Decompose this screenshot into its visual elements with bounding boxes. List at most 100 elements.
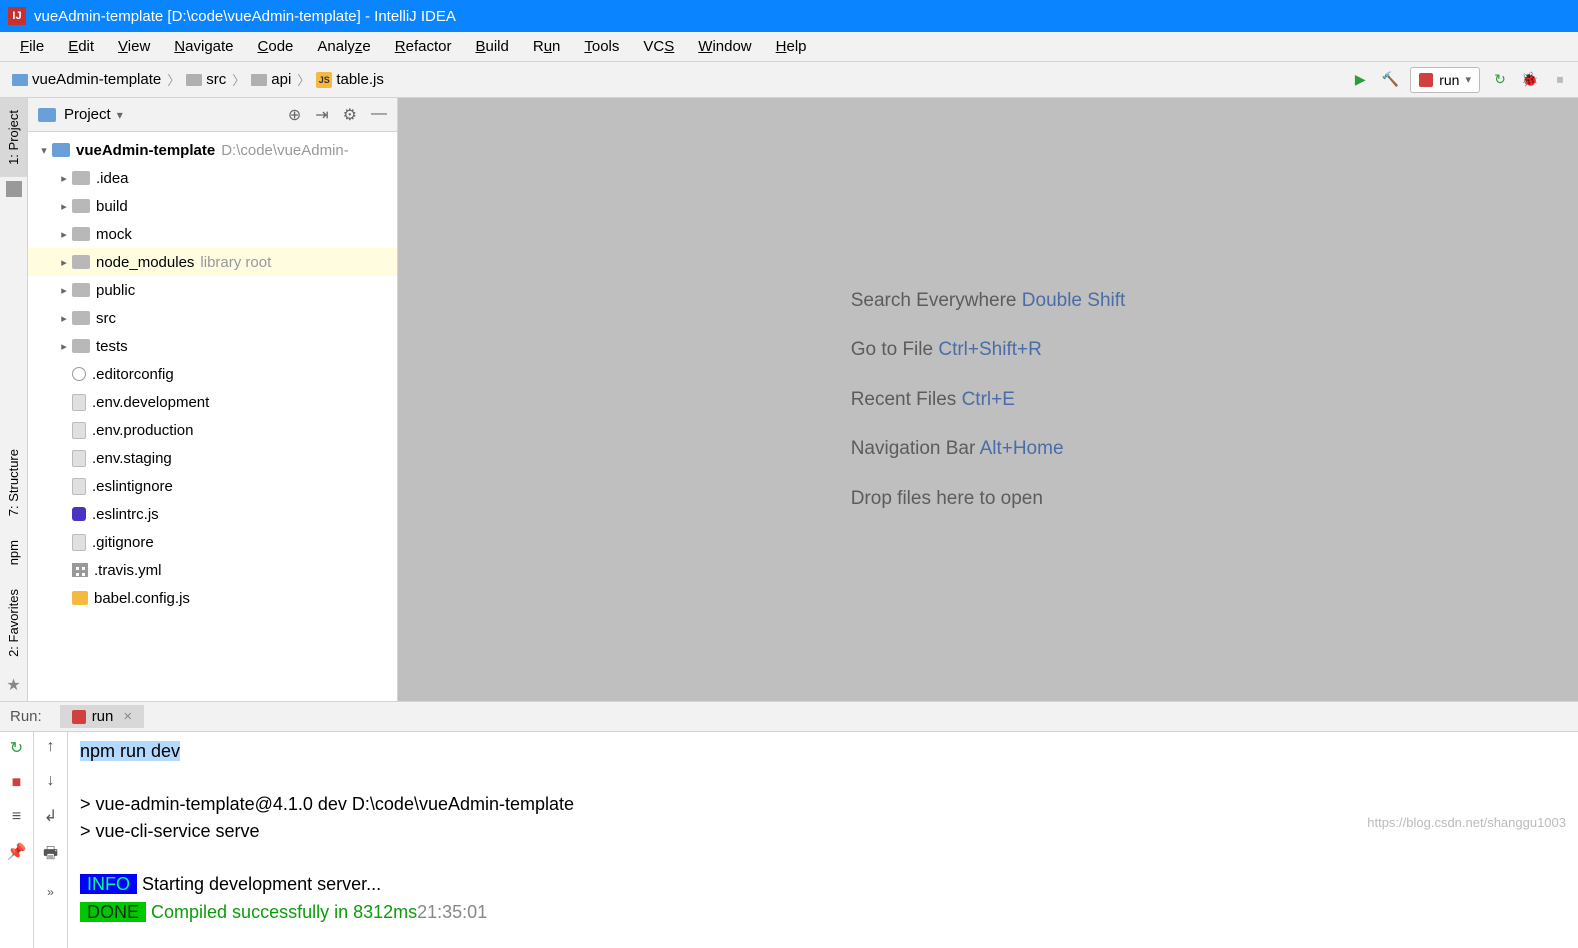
crumb-file[interactable]: JStable.js: [312, 71, 388, 88]
placeholder-line: Search Everywhere Double Shift: [851, 276, 1126, 325]
menu-help[interactable]: Help: [764, 36, 819, 57]
tab-project[interactable]: 1: Project: [0, 98, 27, 177]
print-icon[interactable]: 🖶: [43, 842, 58, 869]
left-tool-window-tabs: 1: Project 7: Structure npm 2: Favorites…: [0, 98, 28, 701]
tab-structure[interactable]: 7: Structure: [0, 437, 27, 528]
favorites-star-icon[interactable]: ★: [0, 669, 27, 701]
build-icon[interactable]: 🔨: [1380, 70, 1400, 90]
editor-placeholder-tips: Search Everywhere Double ShiftGo to File…: [851, 276, 1126, 523]
project-tree[interactable]: ▾vueAdmin-templateD:\code\vueAdmin-▸.ide…: [28, 132, 397, 701]
breadcrumb: vueAdmin-template 〉 src 〉 api 〉 JStable.…: [8, 70, 1350, 89]
tab-placeholder-icon[interactable]: [6, 181, 22, 197]
menu-refactor[interactable]: Refactor: [383, 36, 464, 57]
up-icon[interactable]: ↑: [47, 738, 55, 756]
project-panel: Project ▾ ⊕ ⇥ ⚙ — ▾vueAdmin-templateD:\c…: [28, 98, 398, 701]
folder-icon: [12, 74, 28, 86]
tree-node-mock[interactable]: ▸mock: [28, 220, 397, 248]
title-bar: IJ vueAdmin-template [D:\code\vueAdmin-t…: [0, 0, 1578, 32]
app-icon: IJ: [8, 7, 26, 25]
run-tab-name: run: [92, 708, 114, 725]
menu-view[interactable]: View: [106, 36, 162, 57]
layout-icon[interactable]: ≡: [12, 808, 21, 826]
tree-node-nodemodules[interactable]: ▸node_moduleslibrary root: [28, 248, 397, 276]
run-body: ↻ ■ ≡ 📌 ↑ ↓ ↲ 🖶 » npm run dev > vue-admi…: [0, 732, 1578, 948]
run-config-label: run: [1439, 72, 1459, 88]
locate-icon[interactable]: ⊕: [288, 105, 301, 125]
soft-wrap-icon[interactable]: ↲: [44, 806, 57, 826]
folder-icon: [186, 74, 202, 86]
npm-icon: [72, 710, 86, 724]
run-label: Run:: [10, 708, 42, 725]
js-file-icon: JS: [316, 72, 332, 88]
run-controls-col2: ↑ ↓ ↲ 🖶 »: [34, 732, 68, 948]
main-area: 1: Project 7: Structure npm 2: Favorites…: [0, 98, 1578, 701]
placeholder-line: Recent Files Ctrl+E: [851, 375, 1126, 424]
console-output[interactable]: npm run dev > vue-admin-template@4.1.0 d…: [68, 732, 1578, 948]
folder-icon: [251, 74, 267, 86]
rerun-icon[interactable]: ↻: [10, 738, 23, 758]
window-title: vueAdmin-template [D:\code\vueAdmin-temp…: [34, 8, 456, 25]
npm-icon: [1419, 73, 1433, 87]
down-icon[interactable]: ↓: [47, 772, 55, 790]
placeholder-line: Navigation Bar Alt+Home: [851, 424, 1126, 473]
tree-node-envdevelopment[interactable]: .env.development: [28, 388, 397, 416]
watermark: https://blog.csdn.net/shanggu1003: [1367, 815, 1566, 830]
tab-favorites[interactable]: 2: Favorites: [0, 577, 27, 669]
tree-node-idea[interactable]: ▸.idea: [28, 164, 397, 192]
tree-node-babelconfigjs[interactable]: babel.config.js: [28, 584, 397, 612]
stop-icon[interactable]: ■: [12, 774, 22, 792]
editor-area[interactable]: Search Everywhere Double ShiftGo to File…: [398, 98, 1578, 701]
debug-icon[interactable]: 🐞: [1520, 70, 1540, 90]
tree-node-envstaging[interactable]: .env.staging: [28, 444, 397, 472]
close-icon[interactable]: ×: [123, 708, 132, 725]
placeholder-line: Go to File Ctrl+Shift+R: [851, 325, 1126, 374]
stop-greyed-icon[interactable]: ⏹: [1550, 70, 1570, 90]
project-panel-title: Project: [64, 106, 111, 123]
menu-analyze[interactable]: Analyze: [305, 36, 382, 57]
crumb-api[interactable]: api: [247, 71, 295, 88]
folder-icon: [38, 108, 56, 122]
toolbar-row: vueAdmin-template 〉 src 〉 api 〉 JStable.…: [0, 62, 1578, 98]
tree-node-editorconfig[interactable]: .editorconfig: [28, 360, 397, 388]
crumb-project[interactable]: vueAdmin-template: [8, 71, 165, 88]
crumb-src[interactable]: src: [182, 71, 230, 88]
chevron-icon: 〉: [295, 70, 312, 89]
rerun-icon[interactable]: ↻: [1490, 70, 1510, 90]
menu-vcs[interactable]: VCS: [631, 36, 686, 57]
run-panel: Run: run × ↻ ■ ≡ 📌 ↑ ↓ ↲ 🖶 » npm run dev…: [0, 701, 1578, 948]
run-panel-header: Run: run ×: [0, 702, 1578, 732]
settings-icon[interactable]: ⚙: [343, 105, 357, 125]
menu-window[interactable]: Window: [686, 36, 763, 57]
run-controls-col1: ↻ ■ ≡ 📌: [0, 732, 34, 948]
tree-node-build[interactable]: ▸build: [28, 192, 397, 220]
tree-node-src[interactable]: ▸src: [28, 304, 397, 332]
menu-navigate[interactable]: Navigate: [162, 36, 245, 57]
menu-tools[interactable]: Tools: [572, 36, 631, 57]
run-target-icon[interactable]: ▶: [1350, 70, 1370, 90]
pin-icon[interactable]: 📌: [7, 842, 27, 862]
tree-node-public[interactable]: ▸public: [28, 276, 397, 304]
tree-node-gitignore[interactable]: .gitignore: [28, 528, 397, 556]
tree-node-eslintrcjs[interactable]: .eslintrc.js: [28, 500, 397, 528]
tree-node-eslintignore[interactable]: .eslintignore: [28, 472, 397, 500]
tree-node-envproduction[interactable]: .env.production: [28, 416, 397, 444]
menu-edit[interactable]: Edit: [56, 36, 106, 57]
menu-build[interactable]: Build: [463, 36, 520, 57]
tree-node-travisyml[interactable]: .travis.yml: [28, 556, 397, 584]
collapse-icon[interactable]: ⇥: [315, 105, 328, 125]
project-panel-header: Project ▾ ⊕ ⇥ ⚙ —: [28, 98, 397, 132]
tree-root[interactable]: ▾vueAdmin-templateD:\code\vueAdmin-: [28, 136, 397, 164]
chevron-down-icon[interactable]: ▾: [117, 108, 123, 122]
hide-icon[interactable]: —: [371, 105, 387, 125]
run-tab[interactable]: run ×: [60, 705, 144, 728]
chevron-down-icon: ▾: [1465, 73, 1471, 86]
tree-node-tests[interactable]: ▸tests: [28, 332, 397, 360]
more-icon[interactable]: »: [47, 885, 54, 899]
menu-run[interactable]: Run: [521, 36, 573, 57]
tab-npm[interactable]: npm: [0, 528, 27, 577]
menu-code[interactable]: Code: [246, 36, 306, 57]
chevron-icon: 〉: [165, 70, 182, 89]
chevron-icon: 〉: [230, 70, 247, 89]
run-config-selector[interactable]: run ▾: [1410, 67, 1480, 93]
menu-file[interactable]: File: [8, 36, 56, 57]
